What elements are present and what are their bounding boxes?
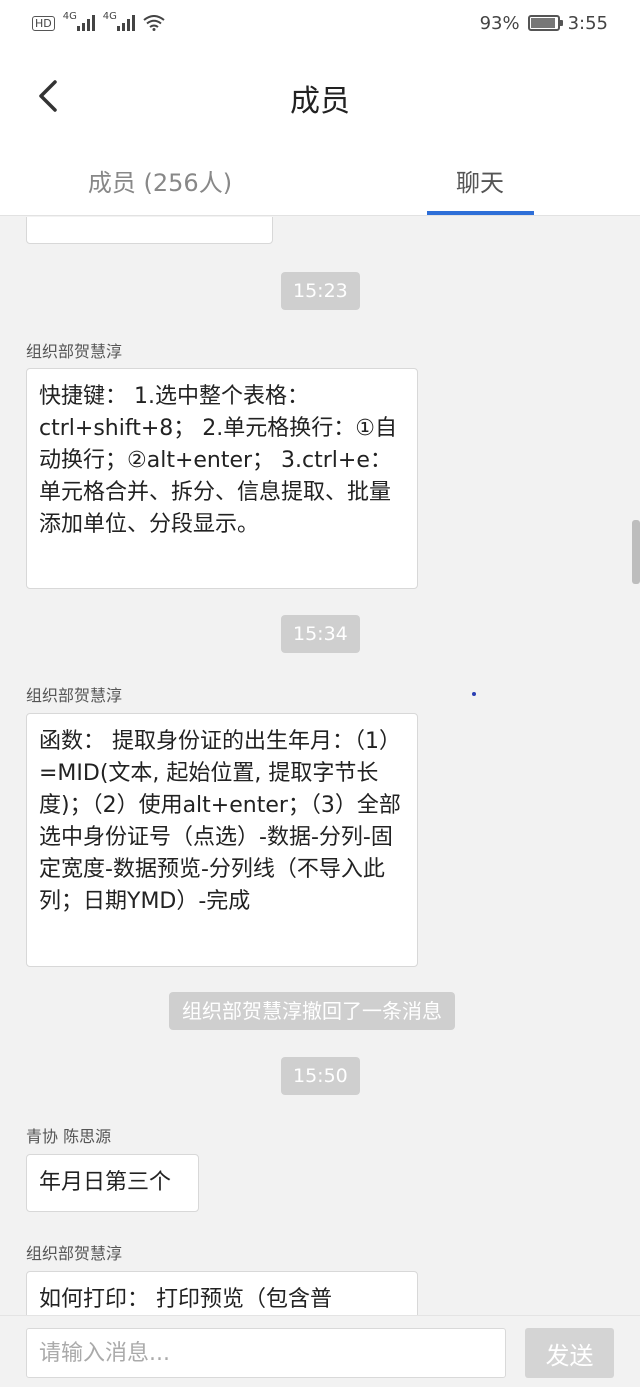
input-bar: 发送 xyxy=(0,1315,640,1387)
message-sender: 组织部贺慧淳 xyxy=(26,342,123,361)
message-sender: 组织部贺慧淳 xyxy=(26,686,123,705)
wifi-icon xyxy=(143,15,165,31)
status-right: 93% 3:55 xyxy=(480,13,608,34)
hd-badge: HD xyxy=(32,15,55,31)
message-sender: 青协 陈思源 xyxy=(26,1127,112,1146)
scrollbar[interactable] xyxy=(632,520,640,584)
network-type-label-2: 4G xyxy=(102,11,117,22)
send-button[interactable]: 发送 xyxy=(525,1328,614,1378)
clock: 3:55 xyxy=(567,12,608,34)
message-bubble[interactable]: 函数： 提取身份证的出生年月：（1）=MID(文本, 起始位置, 提取字节长度)… xyxy=(26,713,418,967)
message-sender: 组织部贺慧淳 xyxy=(26,1244,123,1263)
battery-percent: 93% xyxy=(479,12,520,34)
message-bubble[interactable]: 如何打印： 打印预览（包含普 xyxy=(26,1271,418,1315)
tab-members[interactable]: 成员 (256人) xyxy=(0,146,320,215)
signal-icon: 4G xyxy=(63,11,95,31)
timestamp-chip: 15:34 xyxy=(281,615,360,653)
network-type-label: 4G xyxy=(62,11,77,22)
battery-icon xyxy=(527,15,563,31)
signal-icon-2: 4G xyxy=(103,11,135,31)
message-bubble-partial xyxy=(26,217,273,244)
status-left: HD 4G 4G xyxy=(32,11,165,31)
message-input[interactable] xyxy=(26,1328,506,1378)
message-bubble[interactable]: 快捷键： 1.选中整个表格：ctrl+shift+8； 2.单元格换行：①自动换… xyxy=(26,368,418,589)
timestamp-chip: 15:23 xyxy=(281,272,360,310)
header: 成员 xyxy=(0,46,640,146)
tab-bar: 成员 (256人) 聊天 xyxy=(0,146,640,216)
page-title: 成员 xyxy=(290,84,350,119)
status-bar: HD 4G 4G 93% 3:55 xyxy=(0,0,640,46)
message-bubble[interactable]: 年月日第三个 xyxy=(26,1154,199,1212)
recall-notice: 组织部贺慧淳撤回了一条消息 xyxy=(169,992,455,1030)
chat-message-list[interactable]: 15:23 组织部贺慧淳 快捷键： 1.选中整个表格：ctrl+shift+8；… xyxy=(0,217,640,1315)
tab-chat[interactable]: 聊天 xyxy=(320,146,640,215)
timestamp-chip: 15:50 xyxy=(281,1057,360,1095)
dot-marker xyxy=(472,692,476,696)
